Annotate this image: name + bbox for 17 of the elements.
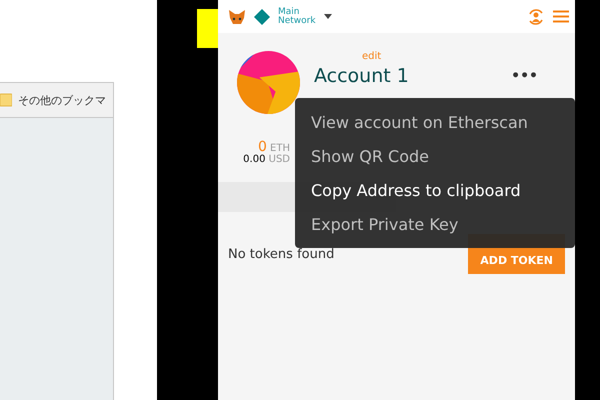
menu-icon[interactable]: [553, 10, 569, 23]
menu-item[interactable]: View account on Etherscan: [311, 106, 528, 140]
usd-balance: 0.00 USD: [243, 154, 290, 164]
menu-item[interactable]: Show QR Code: [311, 140, 430, 174]
bookmark-folder-label[interactable]: その他のブックマ: [18, 92, 106, 108]
more-options-button[interactable]: •••: [511, 68, 538, 84]
empty-message: No tokens found: [228, 246, 336, 262]
folder-icon: [0, 93, 12, 107]
account-name: Account 1: [314, 65, 410, 87]
fox-logo-icon: [228, 8, 246, 24]
highlight-block: [197, 9, 218, 48]
menu-item[interactable]: Copy Address to clipboard: [311, 174, 521, 208]
diamond-icon: [254, 8, 270, 24]
menu-item[interactable]: Export Private Key: [311, 208, 458, 242]
caret-icon[interactable]: [324, 14, 332, 19]
account-switch-icon[interactable]: [527, 8, 545, 26]
eth-balance: 0 ETH: [258, 142, 290, 154]
